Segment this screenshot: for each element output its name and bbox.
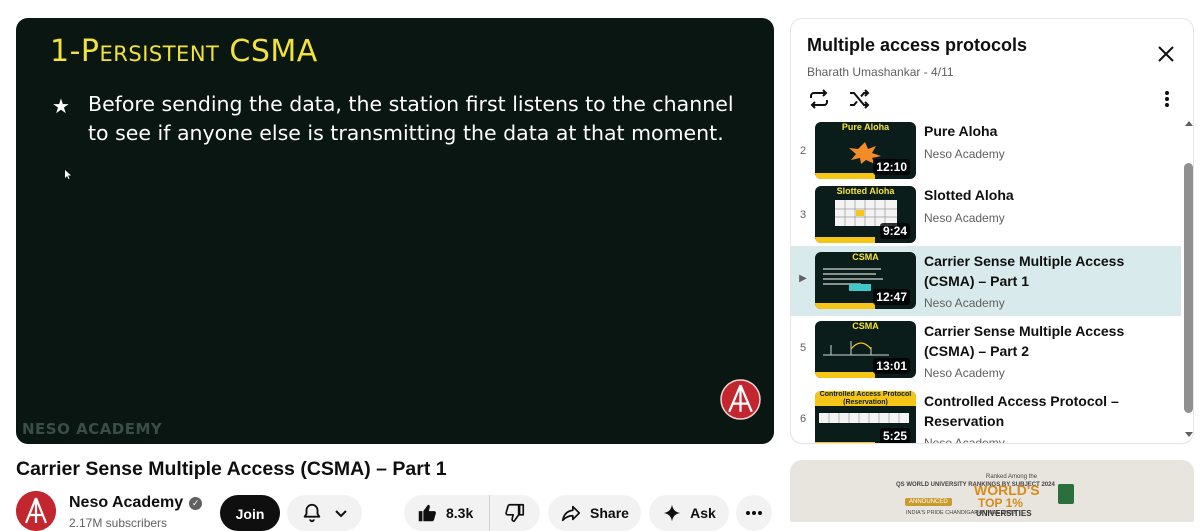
thumbs-down-icon	[505, 503, 525, 523]
playlist-item-title[interactable]: Carrier Sense Multiple Access (CSMA) – P…	[924, 321, 1164, 361]
thumbnail-caption: CSMA	[852, 321, 879, 331]
ad-rank-prefix: Ranked Among the	[986, 474, 1038, 480]
ad-announced-tag: ANNOUNCED	[905, 498, 952, 506]
subscriber-count: 2.17M subscribers	[69, 516, 168, 530]
playlist-item-title[interactable]: Pure Aloha	[924, 121, 1164, 141]
channel-avatar[interactable]	[16, 491, 56, 531]
thumbnail-footer	[815, 237, 875, 243]
playlist-item[interactable]: 2 Pure Aloha 12:10 Pure Aloha Neso Acade…	[791, 119, 1181, 189]
duration-badge: 13:01	[873, 358, 910, 374]
bullet-star-icon: ★	[52, 96, 70, 118]
join-label: Join	[235, 506, 265, 522]
playlist-item-channel: Neso Academy	[924, 366, 1005, 380]
thumbnail-caption: Pure Aloha	[841, 122, 890, 132]
scroll-down-arrow-icon[interactable]	[1185, 432, 1193, 437]
close-icon[interactable]	[1157, 45, 1175, 63]
playlist-scrollbar[interactable]	[1183, 119, 1193, 443]
loop-icon[interactable]	[807, 87, 831, 111]
scrollbar-thumb[interactable]	[1184, 163, 1193, 413]
like-dislike-group: 8.3k	[404, 495, 540, 531]
playlist-item-channel: Neso Academy	[924, 296, 1005, 310]
like-count: 8.3k	[446, 505, 474, 521]
thumbnail-footer	[815, 372, 875, 378]
subscription-bell-button[interactable]	[287, 495, 362, 531]
channel-name[interactable]: Neso Academy ✓	[69, 494, 203, 512]
thumbnail-footer	[815, 442, 875, 443]
playlist-item-title[interactable]: Controlled Access Protocol – Reservation	[924, 391, 1164, 431]
reservation-slots-icon	[819, 413, 909, 423]
playlist-item[interactable]: 3 Slotted Aloha 9:24 Slotted Aloha Neso …	[791, 183, 1181, 253]
ask-button[interactable]: Ask	[649, 495, 729, 531]
join-button[interactable]: Join	[220, 495, 280, 531]
more-actions-button[interactable]	[736, 495, 772, 531]
scroll-up-arrow-icon[interactable]	[1185, 121, 1193, 126]
share-button[interactable]: Share	[548, 495, 641, 531]
now-playing-icon: ▶	[799, 273, 807, 284]
playlist-item-index: 2	[799, 145, 807, 157]
thumbs-up-icon	[418, 504, 436, 522]
playlist-item-index: 6	[799, 413, 807, 425]
like-button[interactable]: 8.3k	[404, 495, 490, 531]
ask-label: Ask	[690, 505, 716, 521]
video-thumbnail[interactable]: CSMA 13:01	[815, 321, 916, 378]
thumbnail-footer	[815, 303, 875, 309]
thumbnail-caption: Controlled Access Protocol (Reservation)	[815, 391, 916, 406]
playlist-item[interactable]: 6 Controlled Access Protocol (Reservatio…	[791, 387, 1181, 444]
video-player[interactable]: 1-Persistent CSMA ★ Before sending the d…	[16, 18, 774, 444]
neso-avatar-icon	[16, 491, 56, 531]
verified-check-icon: ✓	[189, 496, 203, 510]
ad-logo-icon	[1058, 484, 1074, 504]
playlist-item-title[interactable]: Slotted Aloha	[924, 185, 1164, 205]
duration-badge: 5:25	[879, 428, 910, 443]
duration-badge: 12:47	[873, 289, 910, 305]
ad-universities-text: UNIVERSITIES	[976, 509, 1032, 518]
slide-bullet-text: Before sending the data, the station fir…	[88, 92, 734, 145]
video-thumbnail[interactable]: Slotted Aloha 9:24	[815, 186, 916, 243]
playlist-item-channel: Neso Academy	[924, 211, 1005, 225]
duration-badge: 9:24	[879, 223, 910, 239]
video-thumbnail[interactable]: Controlled Access Protocol (Reservation)…	[815, 391, 916, 443]
mouse-cursor-icon	[65, 170, 71, 179]
promo-ad-card[interactable]: QS WORLD UNIVERSITY RANKINGS BY SUBJECT …	[790, 460, 1194, 522]
bell-icon	[303, 503, 320, 523]
watermark: NESO ACADEMY	[22, 420, 163, 438]
playlist-item-index: 5	[799, 342, 807, 354]
playlist-item-title[interactable]: Carrier Sense Multiple Access (CSMA) – P…	[924, 251, 1164, 291]
slide-title: 1-Persistent CSMA	[50, 34, 318, 69]
thumbnail-caption: CSMA	[852, 252, 879, 262]
video-thumbnail[interactable]: CSMA 12:47	[815, 252, 916, 309]
shuffle-icon[interactable]	[847, 87, 871, 111]
thumbnail-footer	[815, 173, 875, 179]
playlist-title[interactable]: Multiple access protocols	[807, 35, 1027, 56]
thumbnail-caption: Slotted Aloha	[836, 186, 895, 196]
playlist-subtitle: Bharath Umashankar - 4/11	[807, 65, 954, 79]
playlist-item-current[interactable]: ▶ CSMA 12:47 Carrier Sense Multiple Acce…	[791, 246, 1181, 316]
neso-logo-icon	[720, 379, 761, 420]
playlist-item-index: 3	[799, 209, 807, 221]
dislike-button[interactable]	[490, 502, 540, 524]
sparkle-icon	[663, 504, 681, 522]
playlist-item-channel: Neso Academy	[924, 147, 1005, 161]
playlist-panel: Multiple access protocols Bharath Umasha…	[790, 18, 1194, 444]
share-label: Share	[590, 505, 629, 521]
playlist-item[interactable]: 5 CSMA 13:01 Carrier Sense Multiple Acce…	[791, 316, 1181, 386]
share-icon	[561, 505, 581, 522]
more-vertical-icon[interactable]	[1157, 89, 1177, 109]
video-title: Carrier Sense Multiple Access (CSMA) – P…	[16, 458, 447, 480]
video-thumbnail[interactable]: Pure Aloha 12:10	[815, 122, 916, 179]
channel-name-text[interactable]: Neso Academy	[69, 494, 183, 512]
ad-top-percent: TOP 1%	[978, 496, 1023, 510]
playlist-items: 2 Pure Aloha 12:10 Pure Aloha Neso Acade…	[791, 119, 1183, 444]
playlist-item-channel: Neso Academy	[924, 436, 1005, 444]
more-horizontal-icon	[746, 511, 762, 515]
duration-badge: 12:10	[873, 159, 910, 175]
chevron-down-icon	[334, 510, 347, 518]
